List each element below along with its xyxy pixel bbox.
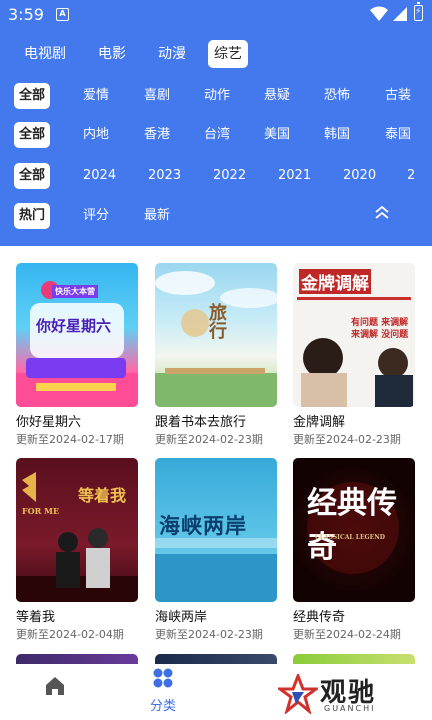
nav-category-label: 分类 bbox=[149, 699, 176, 714]
show-card[interactable]: 海峡两岸 海峡两岸 更新至2024-02-23期 bbox=[155, 458, 277, 642]
filter-region-thailand[interactable]: 泰国 bbox=[385, 122, 411, 148]
show-card-peek[interactable] bbox=[16, 654, 138, 664]
show-poster[interactable]: 经典传奇 CLASSICAL LEGEND bbox=[293, 458, 415, 602]
show-card[interactable]: 经典传奇 CLASSICAL LEGEND 经典传奇 更新至2024-02-24… bbox=[293, 458, 415, 642]
filter-row-type: 全部 爱情 喜剧 动作 悬疑 恐怖 古装 bbox=[0, 81, 432, 111]
nav-category[interactable]: 分类 bbox=[141, 664, 185, 720]
filter-type-romance[interactable]: 爱情 bbox=[83, 83, 109, 109]
filter-year-all[interactable]: 全部 bbox=[14, 163, 51, 189]
show-title[interactable]: 金牌调解 bbox=[293, 415, 415, 431]
show-card[interactable]: 快乐大本营 你好星期六 你好星期六 更新至2024-02-17期 bbox=[16, 263, 138, 447]
header: 3:59 A ⚡ 电视剧 电影 动漫 综艺 全部 爱情 喜剧 动作 悬疑 恐怖 … bbox=[0, 0, 432, 246]
filter-year-2021[interactable]: 2021 bbox=[278, 163, 311, 189]
filter-region-hongkong[interactable]: 香港 bbox=[144, 122, 170, 148]
status-time: 3:59 bbox=[8, 5, 44, 24]
show-update: 更新至2024-02-23期 bbox=[155, 433, 263, 446]
show-card[interactable]: 等着我 FOR ME 等着我 更新至2024-02-04期 bbox=[16, 458, 138, 642]
show-card[interactable]: 旅行 跟着书本去旅行 更新至2024-02-23期 bbox=[155, 263, 277, 447]
battery-icon: ⚡ bbox=[414, 2, 423, 21]
filter-type-mystery[interactable]: 悬疑 bbox=[264, 83, 290, 109]
watermark: 观驰 GUANCHI bbox=[278, 670, 428, 716]
battery-bolt-icon: ⚡ bbox=[415, 7, 422, 17]
filter-type-comedy[interactable]: 喜剧 bbox=[144, 83, 170, 109]
filter-type-horror[interactable]: 恐怖 bbox=[324, 83, 350, 109]
wifi-icon bbox=[370, 6, 388, 21]
notification-icon: A bbox=[56, 8, 69, 21]
show-card-peek[interactable] bbox=[293, 654, 415, 664]
poster-art bbox=[16, 472, 138, 602]
category-tabs: 电视剧 电影 动漫 综艺 bbox=[0, 40, 432, 70]
poster-badge: 快乐大本营 bbox=[52, 285, 98, 298]
collapse-chevron-up-icon[interactable] bbox=[372, 203, 392, 223]
poster-subtitle: 来调解 没问题 bbox=[351, 330, 409, 340]
show-title[interactable]: 海峡两岸 bbox=[155, 610, 277, 626]
show-update: 更新至2024-02-04期 bbox=[16, 628, 124, 641]
filter-region-taiwan[interactable]: 台湾 bbox=[204, 122, 230, 148]
show-poster[interactable]: 快乐大本营 你好星期六 bbox=[16, 263, 138, 407]
filter-year-2022[interactable]: 2022 bbox=[213, 163, 246, 189]
poster-title: 等着我 bbox=[78, 486, 127, 505]
show-grid: 快乐大本营 你好星期六 你好星期六 更新至2024-02-17期 旅行 跟着书本… bbox=[0, 246, 432, 664]
sort-hot[interactable]: 热门 bbox=[14, 203, 51, 229]
filter-year-more[interactable]: 2 bbox=[407, 163, 415, 189]
show-title[interactable]: 你好星期六 bbox=[16, 415, 138, 431]
filter-row-region: 全部 内地 香港 台湾 美国 韩国 泰国 bbox=[0, 120, 432, 150]
nav-home[interactable] bbox=[40, 664, 70, 720]
filter-type-all[interactable]: 全部 bbox=[14, 83, 51, 109]
show-card[interactable]: 金牌调解 有问题 来调解 来调解 没问题 金牌调解 更新至2024-02-23期 bbox=[293, 263, 415, 447]
filter-year-2020[interactable]: 2020 bbox=[343, 163, 376, 189]
show-poster[interactable]: 金牌调解 有问题 来调解 来调解 没问题 bbox=[293, 263, 415, 407]
category-grid-icon bbox=[153, 668, 173, 688]
filter-region-usa[interactable]: 美国 bbox=[264, 122, 290, 148]
filter-year-2023[interactable]: 2023 bbox=[148, 163, 181, 189]
poster-title: 你好星期六 bbox=[36, 317, 112, 335]
poster-title: 旅行 bbox=[206, 303, 227, 339]
filter-region-all[interactable]: 全部 bbox=[14, 122, 51, 148]
poster-title: 海峡两岸 bbox=[159, 513, 247, 538]
tab-tv-series[interactable]: 电视剧 bbox=[24, 40, 66, 68]
tab-movies[interactable]: 电影 bbox=[98, 40, 126, 68]
tab-variety[interactable]: 综艺 bbox=[208, 40, 248, 68]
show-card-peek[interactable] bbox=[155, 654, 277, 664]
show-poster[interactable]: 海峡两岸 bbox=[155, 458, 277, 602]
show-poster[interactable]: 等着我 FOR ME bbox=[16, 458, 138, 602]
filter-year-2024[interactable]: 2024 bbox=[83, 163, 116, 189]
filter-type-costume[interactable]: 古装 bbox=[385, 83, 411, 109]
status-bar: 3:59 A ⚡ bbox=[0, 0, 432, 30]
poster-subtitle: CLASSICAL LEGEND bbox=[315, 534, 385, 541]
filter-region-korea[interactable]: 韩国 bbox=[324, 122, 350, 148]
show-update: 更新至2024-02-24期 bbox=[293, 628, 401, 641]
filter-row-year: 全部 2024 2023 2022 2021 2020 2 bbox=[0, 161, 432, 191]
signal-icon bbox=[393, 7, 407, 21]
show-poster[interactable]: 旅行 bbox=[155, 263, 277, 407]
show-title[interactable]: 等着我 bbox=[16, 610, 138, 626]
sort-rating[interactable]: 评分 bbox=[83, 203, 109, 229]
home-icon bbox=[46, 677, 64, 695]
show-update: 更新至2024-02-17期 bbox=[16, 433, 124, 446]
filter-region-mainland[interactable]: 内地 bbox=[83, 122, 109, 148]
show-update: 更新至2024-02-23期 bbox=[155, 628, 263, 641]
show-title[interactable]: 经典传奇 bbox=[293, 610, 415, 626]
poster-title: 经典传奇 bbox=[307, 486, 397, 565]
show-title[interactable]: 跟着书本去旅行 bbox=[155, 415, 277, 431]
filter-type-action[interactable]: 动作 bbox=[204, 83, 230, 109]
poster-title: 金牌调解 bbox=[299, 269, 371, 294]
filter-row-sort: 热门 评分 最新 bbox=[0, 201, 432, 231]
sort-latest[interactable]: 最新 bbox=[144, 203, 170, 229]
watermark-star-icon bbox=[278, 674, 318, 714]
poster-subtitle: FOR ME bbox=[22, 506, 60, 516]
watermark-subtext: GUANCHI bbox=[324, 704, 376, 713]
show-update: 更新至2024-02-23期 bbox=[293, 433, 401, 446]
tab-anime[interactable]: 动漫 bbox=[158, 40, 186, 68]
